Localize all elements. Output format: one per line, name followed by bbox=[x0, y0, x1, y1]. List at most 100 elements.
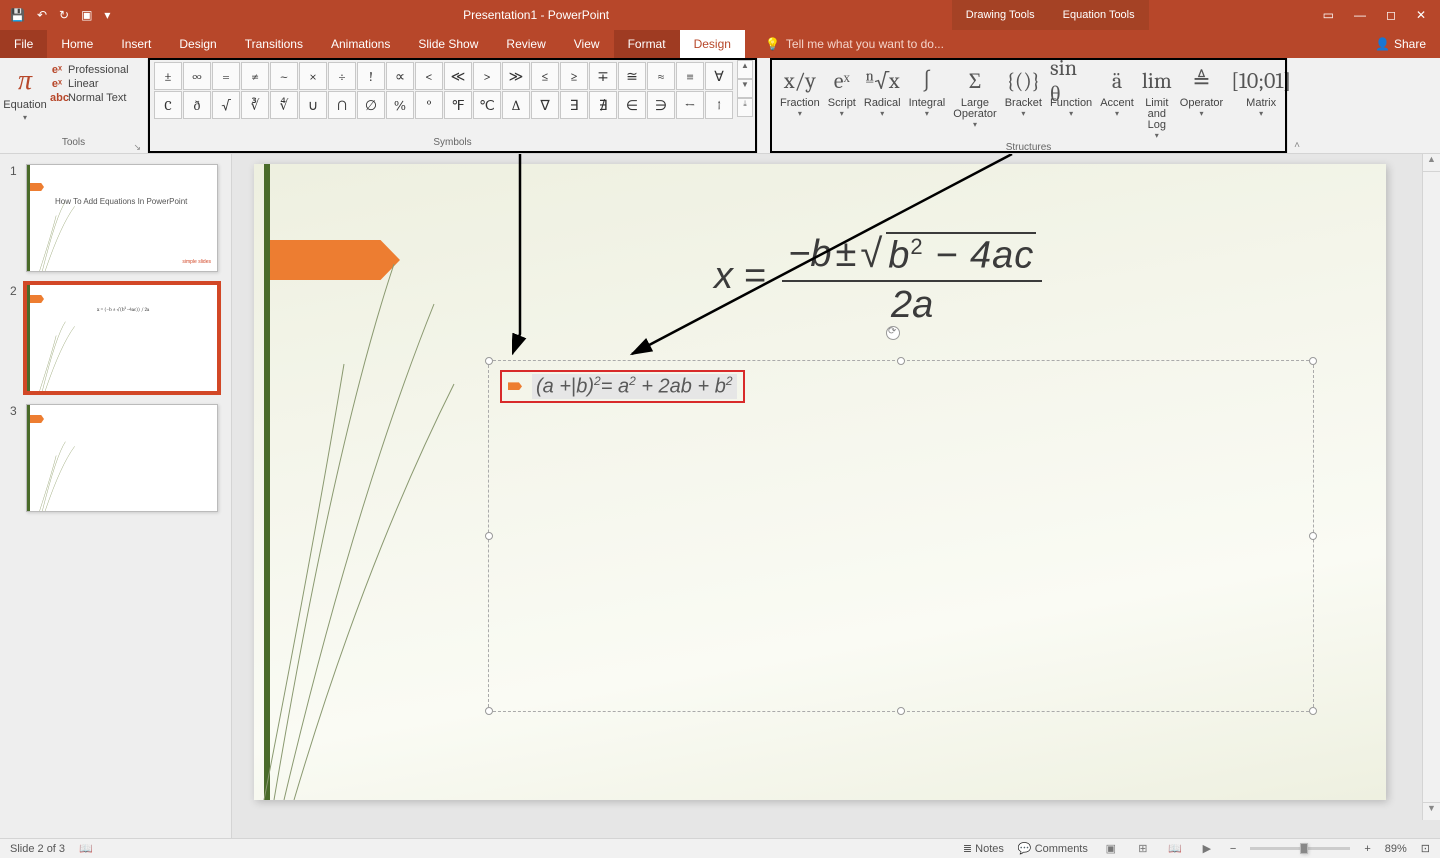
structure-limit-and-log[interactable]: limLimitand Log▾ bbox=[1138, 62, 1176, 142]
symbol-∝[interactable]: ∝ bbox=[386, 62, 414, 90]
symbol-∞[interactable]: ∞ bbox=[183, 62, 211, 90]
symbol-°[interactable]: ° bbox=[415, 91, 443, 119]
ribbon-display-options-icon[interactable]: ▭ bbox=[1323, 8, 1334, 22]
zoom-out-button[interactable]: − bbox=[1230, 843, 1236, 855]
scroll-up-button[interactable]: ▲ bbox=[1423, 154, 1440, 172]
structure-fraction[interactable]: x/yFraction▾ bbox=[776, 62, 824, 142]
symbol-∜[interactable]: ∜ bbox=[270, 91, 298, 119]
symbol-∆[interactable]: ∆ bbox=[502, 91, 530, 119]
structure-matrix[interactable]: [10;01]Matrix▾ bbox=[1227, 62, 1295, 142]
zoom-in-button[interactable]: + bbox=[1364, 843, 1370, 855]
symbol-ð[interactable]: ð bbox=[183, 91, 211, 119]
symbol-∄[interactable]: ∄ bbox=[589, 91, 617, 119]
handle-sw[interactable] bbox=[485, 707, 493, 715]
close-icon[interactable]: ✕ bbox=[1416, 8, 1426, 22]
tab-file[interactable]: File bbox=[0, 30, 47, 58]
symbol-∈[interactable]: ∈ bbox=[618, 91, 646, 119]
symbols-scroll-down[interactable]: ▼ bbox=[737, 79, 753, 98]
zoom-level[interactable]: 89% bbox=[1385, 843, 1407, 855]
symbol-≪[interactable]: ≪ bbox=[444, 62, 472, 90]
structure-bracket[interactable]: {()}Bracket▾ bbox=[1001, 62, 1046, 142]
symbol-∛[interactable]: ∛ bbox=[241, 91, 269, 119]
content-placeholder[interactable] bbox=[488, 360, 1314, 712]
thumbnail-slide-3[interactable] bbox=[26, 404, 218, 512]
structure-operator[interactable]: ≜Operator▾ bbox=[1176, 62, 1227, 142]
notes-button[interactable]: ≣ Notes bbox=[963, 842, 1004, 855]
symbol-~[interactable]: ~ bbox=[270, 62, 298, 90]
handle-nw[interactable] bbox=[485, 357, 493, 365]
symbol-℉[interactable]: ℉ bbox=[444, 91, 472, 119]
symbol-℃[interactable]: ℃ bbox=[473, 91, 501, 119]
slide-thumbnails-pane[interactable]: 1 How To Add Equations In PowerPoint sim… bbox=[0, 154, 232, 838]
symbol-≫[interactable]: ≫ bbox=[502, 62, 530, 90]
symbol-∋[interactable]: ∋ bbox=[647, 91, 675, 119]
symbol-≡[interactable]: ≡ bbox=[676, 62, 704, 90]
handle-ne[interactable] bbox=[1309, 357, 1317, 365]
slide-canvas-area[interactable]: x = −b ± √b2 − 4ac 2a bbox=[232, 154, 1440, 838]
normal-text-button[interactable]: abcNormal Text bbox=[50, 92, 129, 104]
handle-w[interactable] bbox=[485, 532, 493, 540]
tab-review[interactable]: Review bbox=[492, 30, 559, 58]
undo-icon[interactable]: ↶ bbox=[37, 8, 47, 22]
symbol-∅[interactable]: ∅ bbox=[357, 91, 385, 119]
symbol-↑[interactable]: ↑ bbox=[705, 91, 733, 119]
thumbnail-slide-2[interactable]: x = (−b ± √(b²−4ac)) / 2a bbox=[26, 284, 218, 392]
symbol-∃[interactable]: ∃ bbox=[560, 91, 588, 119]
binomial-equation[interactable]: (a +|b)2= a2 + 2ab + b2 bbox=[532, 374, 737, 399]
redo-icon[interactable]: ↻ bbox=[59, 8, 69, 22]
symbol-%[interactable]: % bbox=[386, 91, 414, 119]
symbol-≠[interactable]: ≠ bbox=[241, 62, 269, 90]
tab-design[interactable]: Design bbox=[165, 30, 230, 58]
linear-button[interactable]: eˣLinear bbox=[50, 78, 129, 90]
structure-script[interactable]: eˣScript▾ bbox=[824, 62, 860, 142]
symbol-=[interactable]: = bbox=[212, 62, 240, 90]
binomial-equation-box[interactable]: (a +|b)2= a2 + 2ab + b2 bbox=[500, 370, 745, 403]
handle-se[interactable] bbox=[1309, 707, 1317, 715]
structure-large-operator[interactable]: ΣLargeOperator▾ bbox=[949, 62, 1000, 142]
symbol-×[interactable]: × bbox=[299, 62, 327, 90]
symbol-←[interactable]: ← bbox=[676, 91, 704, 119]
reading-view-button[interactable]: 📖 bbox=[1166, 842, 1184, 855]
structure-accent[interactable]: äAccent▾ bbox=[1096, 62, 1138, 142]
symbols-scroll-up[interactable]: ▲ bbox=[737, 60, 753, 79]
slideshow-view-button[interactable]: ▶ bbox=[1198, 842, 1216, 855]
symbol-∇[interactable]: ∇ bbox=[531, 91, 559, 119]
save-icon[interactable]: 💾 bbox=[10, 8, 25, 22]
scroll-down-button[interactable]: ▼ bbox=[1423, 802, 1440, 820]
symbols-more[interactable]: ⤓ bbox=[737, 98, 753, 117]
qat-more-icon[interactable]: ▾ bbox=[104, 8, 110, 22]
symbol-≤[interactable]: ≤ bbox=[531, 62, 559, 90]
symbol-≥[interactable]: ≥ bbox=[560, 62, 588, 90]
slide-sorter-button[interactable]: ⊞ bbox=[1134, 842, 1152, 855]
tab-view[interactable]: View bbox=[560, 30, 614, 58]
symbol-![interactable]: ! bbox=[357, 62, 385, 90]
tools-launcher-icon[interactable]: ↘ bbox=[133, 142, 141, 153]
structure-function[interactable]: sin θFunction▾ bbox=[1046, 62, 1096, 142]
slide-counter[interactable]: Slide 2 of 3 bbox=[10, 843, 65, 855]
thumbnail-slide-1[interactable]: How To Add Equations In PowerPoint simpl… bbox=[26, 164, 218, 272]
share-button[interactable]: 👤 Share bbox=[1361, 30, 1440, 58]
structure-integral[interactable]: ∫Integral▾ bbox=[905, 62, 950, 142]
equation-button[interactable]: π Equation ▾ bbox=[4, 60, 46, 137]
rotation-handle[interactable] bbox=[886, 326, 900, 340]
normal-view-button[interactable]: ▣ bbox=[1102, 842, 1120, 855]
tab-insert[interactable]: Insert bbox=[107, 30, 165, 58]
symbol-≅[interactable]: ≅ bbox=[618, 62, 646, 90]
symbol-≈[interactable]: ≈ bbox=[647, 62, 675, 90]
tell-me-search[interactable]: 💡 Tell me what you want to do... bbox=[745, 30, 1361, 58]
tab-animations[interactable]: Animations bbox=[317, 30, 404, 58]
symbol-∪[interactable]: ∪ bbox=[299, 91, 327, 119]
spellcheck-icon[interactable]: 📖 bbox=[79, 842, 93, 855]
fit-to-window-button[interactable]: ⊡ bbox=[1421, 842, 1430, 855]
symbol-<[interactable]: < bbox=[415, 62, 443, 90]
symbol-√[interactable]: √ bbox=[212, 91, 240, 119]
symbol-±[interactable]: ± bbox=[154, 62, 182, 90]
symbol-∀[interactable]: ∀ bbox=[705, 62, 733, 90]
handle-s[interactable] bbox=[897, 707, 905, 715]
symbol->[interactable]: > bbox=[473, 62, 501, 90]
maximize-icon[interactable]: ◻ bbox=[1386, 8, 1396, 22]
minimize-icon[interactable]: — bbox=[1354, 8, 1366, 22]
handle-n[interactable] bbox=[897, 357, 905, 365]
tab-format[interactable]: Format bbox=[614, 30, 680, 58]
symbol-C[interactable]: C bbox=[154, 91, 182, 119]
